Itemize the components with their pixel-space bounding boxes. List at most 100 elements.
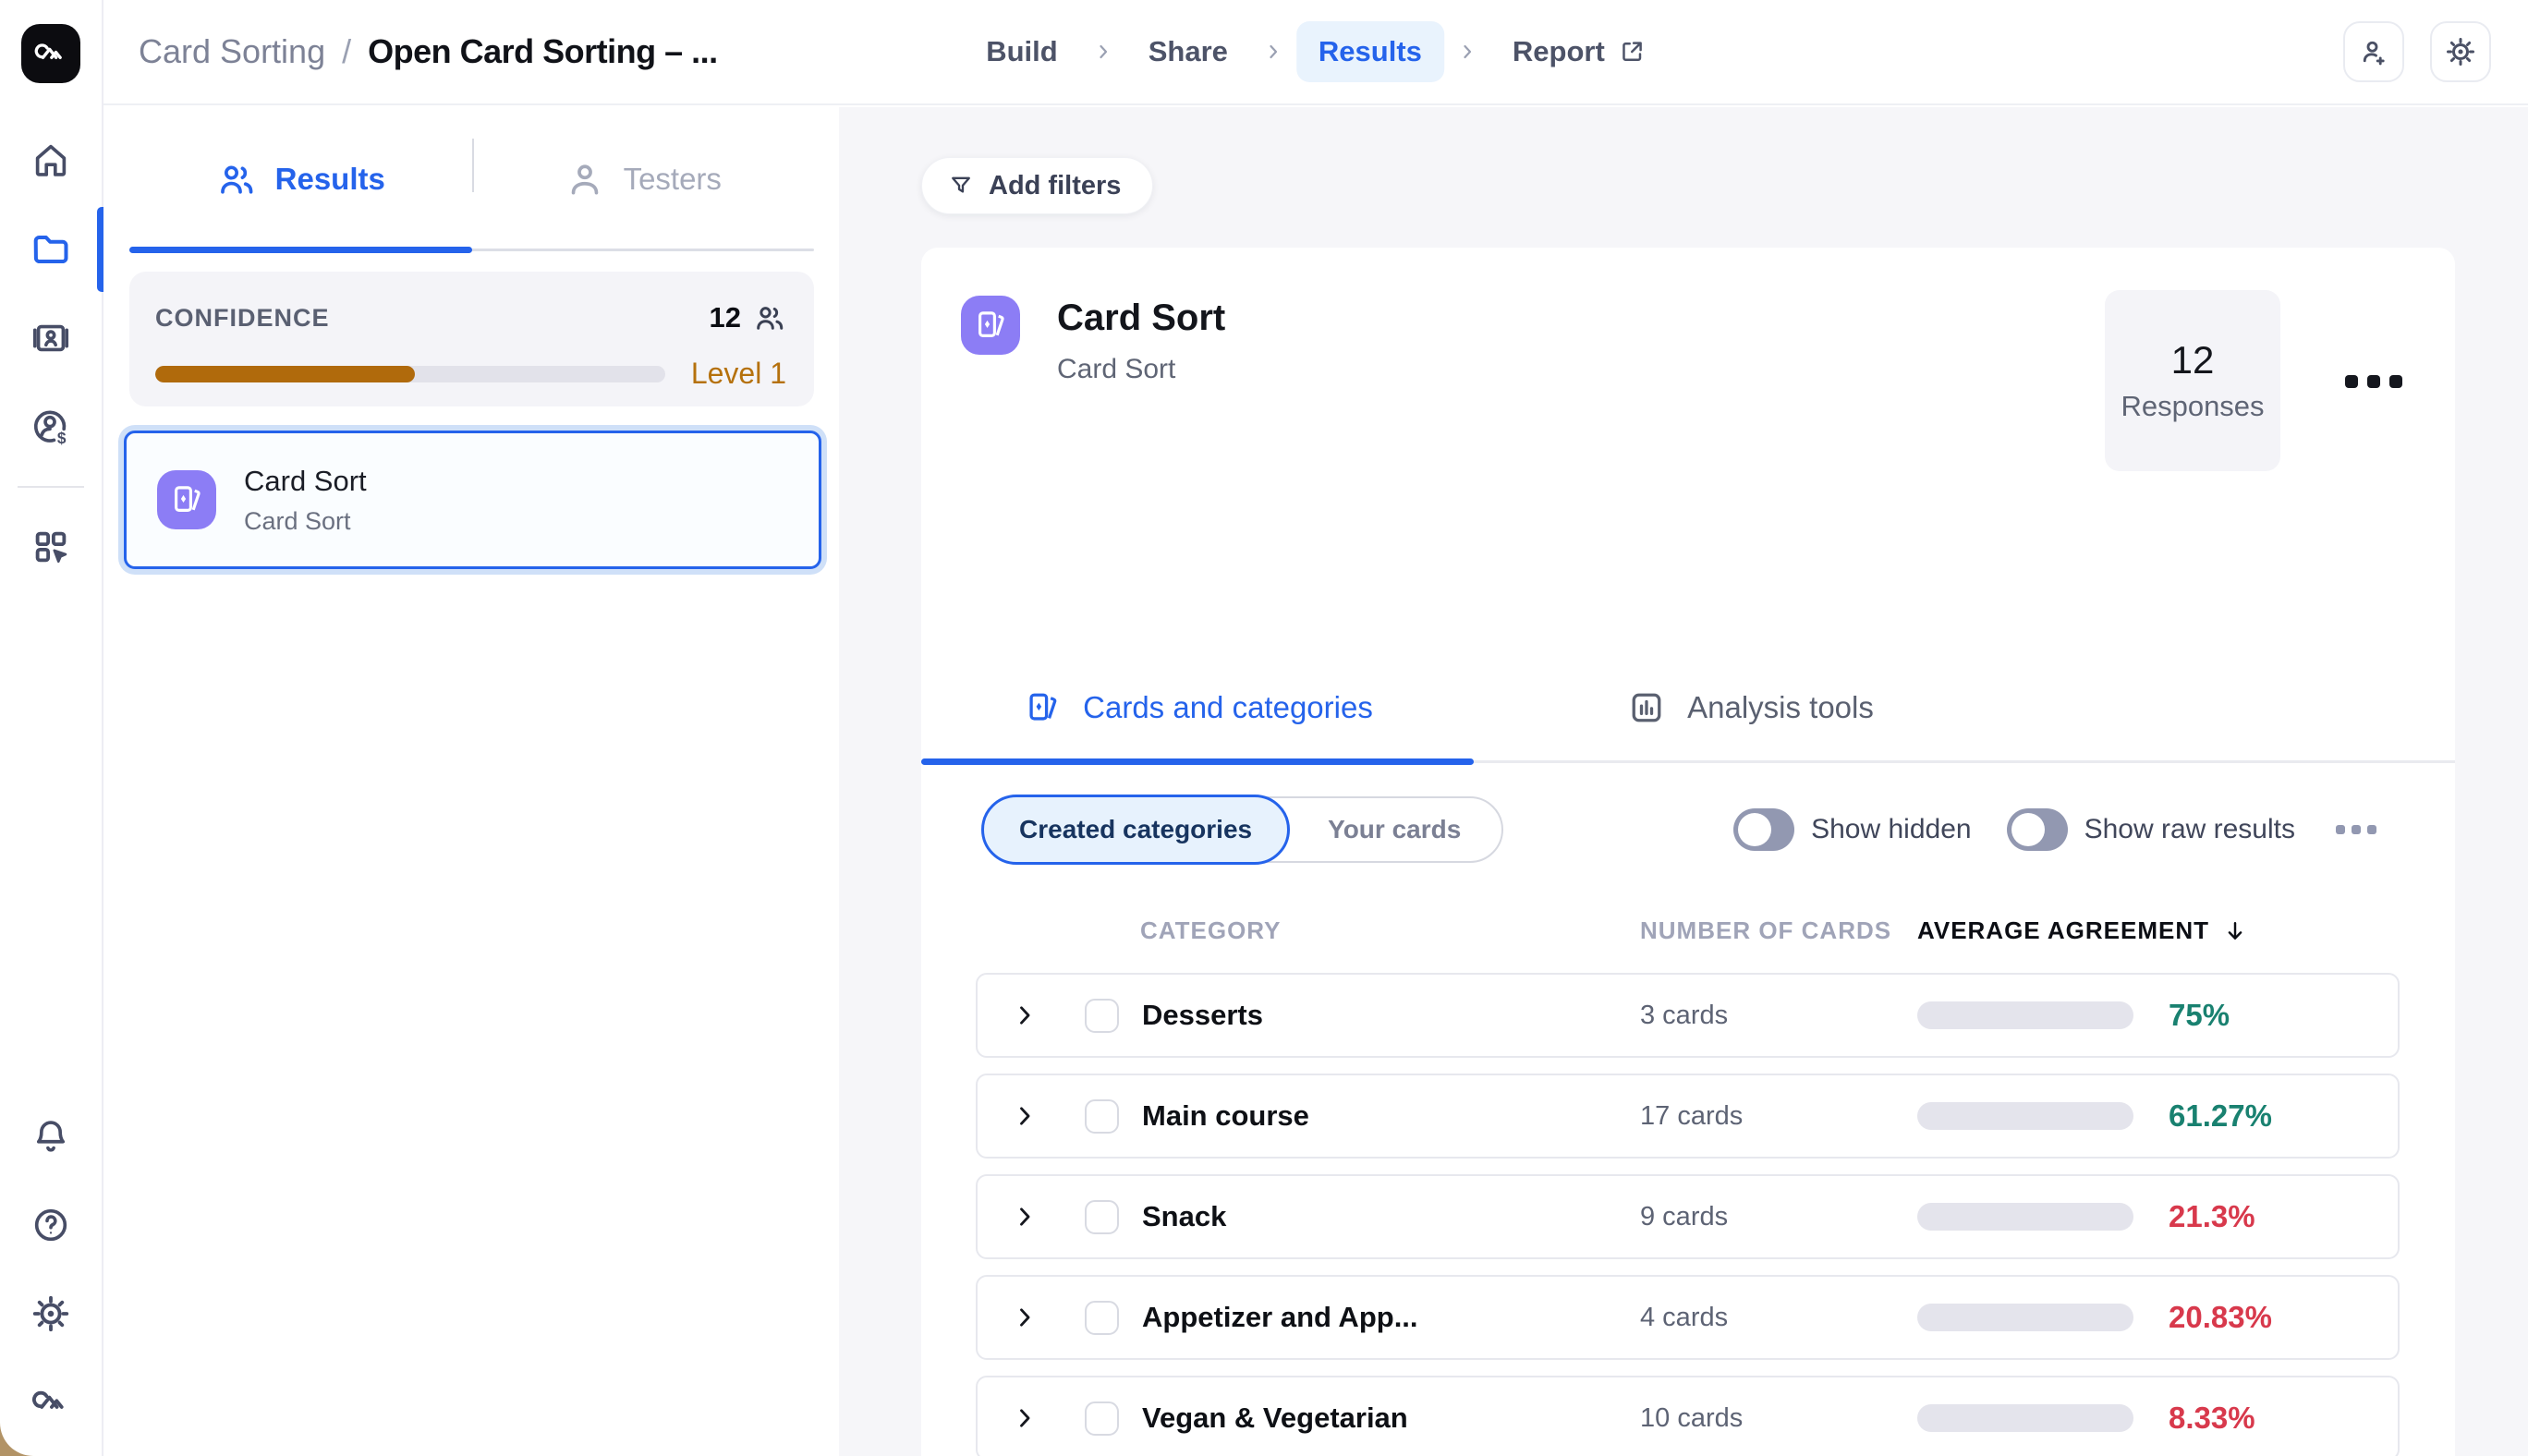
row-checkbox[interactable] — [1085, 1301, 1119, 1335]
expand-row-chevron-icon[interactable] — [1012, 1204, 1038, 1230]
tab-testers[interactable]: Testers — [472, 107, 815, 251]
row-checkbox[interactable] — [1085, 1401, 1119, 1436]
column-header-number-of-cards[interactable]: NUMBER OF CARDS — [1640, 916, 1917, 945]
expand-row-chevron-icon[interactable] — [1012, 1002, 1038, 1028]
people-icon — [753, 301, 786, 334]
tab-cards-label: Cards and categories — [1083, 690, 1373, 725]
toggle-controls: Show hidden Show raw results — [1733, 808, 2376, 851]
chevron-right-icon — [1263, 42, 1283, 62]
study-titles: Card Sort Card Sort — [1057, 296, 1225, 385]
dot — [2336, 825, 2345, 834]
settings-button[interactable] — [2430, 21, 2491, 82]
study-subtitle: Card Sort — [1057, 354, 1225, 385]
column-header-category[interactable]: CATEGORY — [1140, 916, 1640, 945]
toggle-knob — [2011, 813, 2045, 846]
categories-table: CATEGORY NUMBER OF CARDS AVERAGE AGREEME… — [921, 916, 2455, 1456]
confidence-title: CONFIDENCE — [155, 304, 330, 333]
gear-icon — [2444, 35, 2477, 68]
person-dollar-icon: $ — [30, 406, 72, 448]
person-icon — [565, 159, 605, 200]
top-header: Card Sorting / Open Card Sorting – ... B… — [103, 0, 2528, 105]
nav-share[interactable]: Share — [1126, 21, 1250, 82]
app-logo-button[interactable] — [21, 24, 80, 83]
home-icon — [30, 140, 72, 182]
segment-created-categories[interactable]: Created categories — [981, 795, 1290, 865]
sidebar-item-projects[interactable] — [0, 205, 102, 294]
breadcrumb: Card Sorting / Open Card Sorting – ... — [139, 32, 718, 71]
table-more-menu-button[interactable] — [2336, 825, 2376, 834]
breadcrumb-parent[interactable]: Card Sorting — [139, 32, 325, 71]
dot — [2367, 825, 2376, 834]
table-row[interactable]: Desserts 3 cards 75% — [976, 973, 2400, 1058]
header-actions — [2343, 21, 2491, 82]
segment-your-cards[interactable]: Your cards — [1287, 815, 1501, 844]
results-tabs: Cards and categories Analysis tools — [921, 655, 2455, 763]
toggle-knob — [1738, 813, 1771, 846]
sidebar-item-help[interactable] — [0, 1181, 102, 1269]
sidebar-item-notifications[interactable] — [0, 1092, 102, 1181]
study-title: Card Sort — [1057, 297, 1225, 339]
responses-count: 12 — [2171, 338, 2215, 382]
table-row[interactable]: Main course 17 cards 61.27% — [976, 1074, 2400, 1159]
nav-results[interactable]: Results — [1296, 21, 1444, 82]
agreement-bar — [1917, 1203, 2133, 1231]
bar-chart-icon — [1626, 687, 1667, 728]
person-plus-icon — [2357, 35, 2390, 68]
tab-analysis-tools[interactable]: Analysis tools — [1474, 655, 2026, 760]
category-name: Vegan & Vegetarian — [1142, 1401, 1640, 1435]
cards-count: 17 cards — [1640, 1101, 1917, 1132]
tab-results[interactable]: Results — [129, 107, 472, 251]
table-row[interactable]: Appetizer and App... 4 cards 20.83% — [976, 1275, 2400, 1360]
cards-count: 9 cards — [1640, 1202, 1917, 1232]
sidebar-item-integrations[interactable] — [0, 503, 102, 591]
results-side-panel: Results Testers CONFIDENCE 12 — [105, 107, 839, 1456]
expand-row-chevron-icon[interactable] — [1012, 1304, 1038, 1330]
tab-cards-and-categories[interactable]: Cards and categories — [921, 655, 1474, 760]
sidebar-item-settings[interactable] — [0, 1269, 102, 1358]
study-stepper-nav: Build Share Results Report — [964, 21, 1668, 82]
expand-row-chevron-icon[interactable] — [1012, 1405, 1038, 1431]
side-panel-tabs: Results Testers — [129, 107, 814, 251]
row-checkbox[interactable] — [1085, 999, 1119, 1033]
expand-row-chevron-icon[interactable] — [1012, 1103, 1038, 1129]
show-hidden-toggle[interactable] — [1733, 808, 1794, 851]
tab-divider — [472, 139, 474, 192]
sidebar-item-brand[interactable] — [0, 1358, 102, 1447]
category-name: Snack — [1142, 1200, 1640, 1233]
sidebar-item-home[interactable] — [0, 116, 102, 205]
help-icon — [30, 1204, 72, 1246]
app-root: $ — [0, 0, 2528, 1456]
column-header-average-agreement[interactable]: AVERAGE AGREEMENT — [1917, 916, 2248, 945]
study-header-right: 12 Responses — [2105, 296, 2402, 471]
study-list-item-selected[interactable]: Card Sort Card Sort — [124, 431, 821, 569]
tab-analysis-label: Analysis tools — [1687, 690, 1874, 725]
study-more-menu-button[interactable] — [2345, 375, 2402, 388]
cards-count: 4 cards — [1640, 1303, 1917, 1333]
id-card-icon — [30, 317, 72, 359]
row-checkbox[interactable] — [1085, 1200, 1119, 1234]
breadcrumb-separator: / — [342, 32, 351, 71]
dot — [2389, 375, 2402, 388]
add-filters-label: Add filters — [989, 171, 1121, 201]
cards-icon — [1022, 687, 1063, 728]
table-row[interactable]: Vegan & Vegetarian 10 cards 8.33% — [976, 1376, 2400, 1456]
category-name: Appetizer and App... — [1142, 1301, 1640, 1334]
tabs-underline-active — [129, 247, 472, 253]
nav-report[interactable]: Report — [1490, 21, 1668, 82]
apps-grid-icon — [30, 526, 72, 568]
sidebar-item-testers[interactable] — [0, 294, 102, 382]
responses-stat-card: 12 Responses — [2105, 290, 2280, 471]
category-name: Desserts — [1142, 999, 1640, 1032]
show-raw-results-toggle[interactable] — [2007, 808, 2068, 851]
confidence-progress-bar — [155, 366, 665, 382]
agreement-bar — [1917, 1102, 2133, 1130]
brand-mark-icon — [30, 1381, 72, 1424]
nav-build[interactable]: Build — [964, 21, 1080, 82]
invite-user-button[interactable] — [2343, 21, 2404, 82]
add-filters-button[interactable]: Add filters — [921, 157, 1153, 214]
row-checkbox[interactable] — [1085, 1099, 1119, 1134]
sidebar-item-recruiting[interactable]: $ — [0, 382, 102, 471]
confidence-progress-fill — [155, 366, 415, 382]
card-sort-study-icon — [961, 296, 1020, 355]
table-row[interactable]: Snack 9 cards 21.3% — [976, 1174, 2400, 1259]
